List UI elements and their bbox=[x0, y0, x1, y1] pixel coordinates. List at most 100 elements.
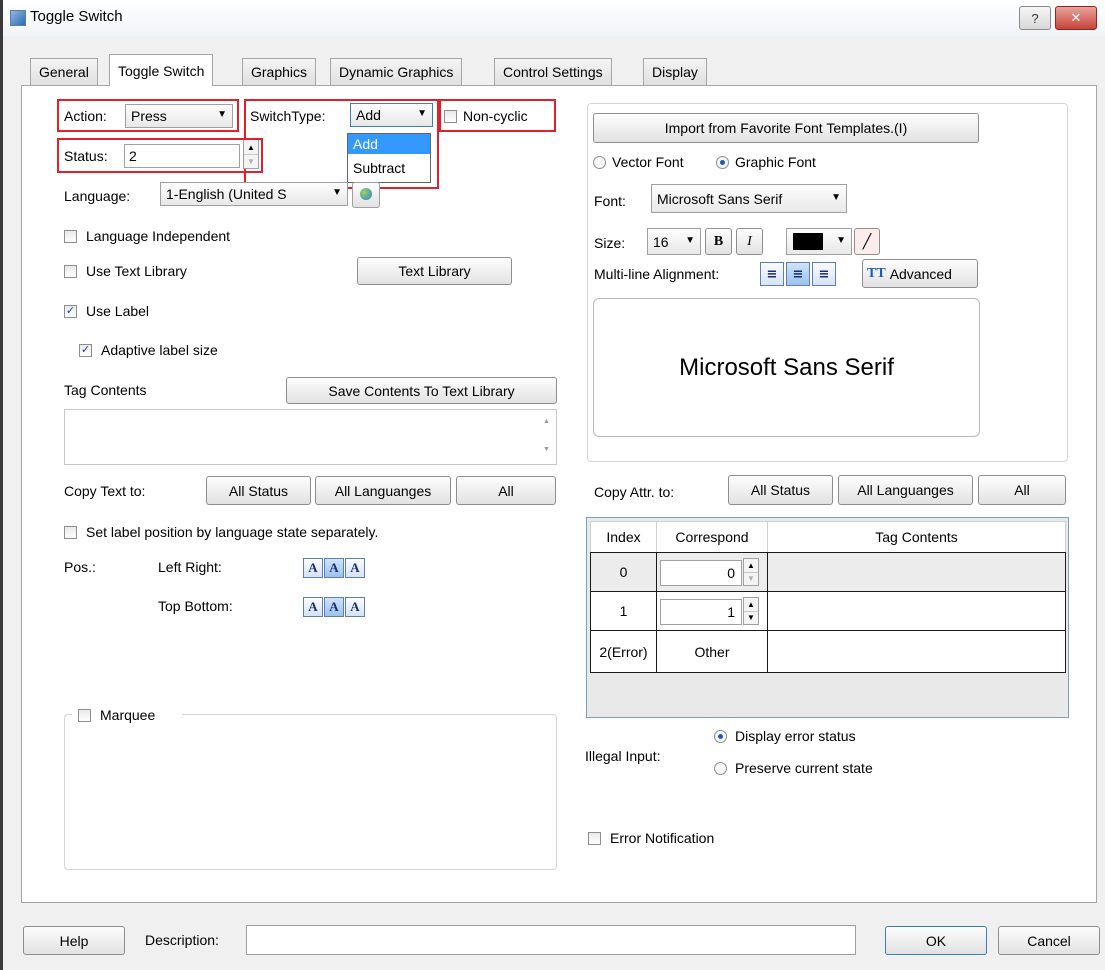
align-left-icon[interactable]: A bbox=[303, 558, 323, 578]
text-align-right-icon[interactable]: ≡ bbox=[812, 262, 836, 286]
switchtype-value: Add bbox=[356, 107, 381, 123]
left-right-label: Left Right: bbox=[158, 559, 222, 575]
table-row-tag[interactable] bbox=[767, 552, 1066, 592]
table-row-tag[interactable] bbox=[767, 591, 1066, 631]
correspond-spinner[interactable]: ▲ ▼ bbox=[743, 558, 759, 586]
align-top-icon[interactable]: A bbox=[303, 597, 323, 617]
align-middle-v-icon[interactable]: A bbox=[324, 597, 344, 617]
dropdown-option-add[interactable]: Add bbox=[348, 134, 430, 154]
top-bottom-label: Top Bottom: bbox=[158, 598, 233, 614]
text-library-button[interactable]: Text Library bbox=[357, 257, 512, 285]
display-error-label: Display error status bbox=[735, 728, 856, 744]
tab-toggle-switch[interactable]: Toggle Switch bbox=[109, 54, 214, 86]
pos-label: Pos.: bbox=[64, 559, 96, 575]
action-select[interactable]: Press ▼ bbox=[125, 104, 233, 128]
copy-text-all-button[interactable]: All bbox=[456, 476, 556, 505]
correspond-input[interactable]: 0 bbox=[660, 560, 742, 586]
status-label: Status: bbox=[64, 148, 108, 164]
graphic-font-radio[interactable] bbox=[716, 156, 729, 169]
globe-button[interactable] bbox=[352, 182, 380, 208]
spin-up-icon[interactable]: ▲ bbox=[744, 598, 758, 612]
spin-down-icon[interactable]: ▼ bbox=[244, 154, 258, 168]
status-input[interactable]: 2 bbox=[124, 144, 240, 168]
chevron-down-icon: ▼ bbox=[831, 192, 841, 203]
spin-up-icon[interactable]: ▲ bbox=[244, 140, 258, 155]
tag-contents-label: Tag Contents bbox=[64, 382, 147, 398]
save-contents-button[interactable]: Save Contents To Text Library bbox=[286, 377, 557, 404]
spin-up-icon[interactable]: ▲ bbox=[744, 559, 758, 573]
graphic-font-label: Graphic Font bbox=[735, 154, 816, 170]
bold-button[interactable]: B bbox=[705, 228, 732, 255]
table-row-correspond: Other bbox=[656, 630, 768, 673]
table-row-tag[interactable] bbox=[767, 630, 1066, 673]
marquee-checkbox[interactable] bbox=[78, 709, 91, 722]
language-label: Language: bbox=[64, 188, 131, 204]
font-color-select[interactable]: ▼ bbox=[786, 228, 852, 255]
switchtype-select[interactable]: Add ▼ bbox=[350, 103, 433, 127]
copy-attr-all-languages-button[interactable]: All Languanges bbox=[838, 475, 973, 505]
textarea-scrollbar[interactable]: ▲ ▼ bbox=[538, 410, 556, 464]
display-error-radio[interactable] bbox=[714, 730, 727, 743]
window-title: Toggle Switch bbox=[30, 8, 123, 25]
copy-text-all-languages-button[interactable]: All Languanges bbox=[315, 476, 451, 505]
correspond-spinner[interactable]: ▲ ▼ bbox=[743, 597, 759, 625]
text-align-center-icon[interactable]: ≡ bbox=[786, 262, 810, 286]
help-button[interactable]: Help bbox=[23, 926, 125, 955]
scroll-up-icon[interactable]: ▲ bbox=[543, 418, 550, 425]
adaptive-label-label: Adaptive label size bbox=[101, 342, 218, 358]
tab-graphics[interactable]: Graphics bbox=[242, 58, 317, 85]
align-center-h-icon[interactable]: A bbox=[324, 558, 344, 578]
set-label-position-checkbox[interactable] bbox=[64, 526, 77, 539]
dropdown-option-subtract[interactable]: Subtract bbox=[348, 158, 430, 178]
language-select[interactable]: 1-English (United S ▼ bbox=[160, 182, 348, 206]
tab-dynamic-graphics[interactable]: Dynamic Graphics bbox=[330, 58, 463, 85]
use-text-library-label: Use Text Library bbox=[86, 263, 187, 279]
scroll-down-icon[interactable]: ▼ bbox=[543, 446, 550, 453]
use-label-checkbox[interactable]: ✓ bbox=[64, 305, 77, 318]
marquee-label: Marquee bbox=[100, 707, 156, 723]
use-text-library-checkbox[interactable] bbox=[64, 265, 77, 278]
copy-text-label: Copy Text to: bbox=[64, 483, 146, 499]
tab-control-settings[interactable]: Control Settings bbox=[494, 58, 612, 85]
globe-icon bbox=[360, 188, 372, 200]
size-select[interactable]: 16 ▼ bbox=[647, 228, 701, 255]
table-row-correspond[interactable]: 0 ▲ ▼ bbox=[656, 552, 768, 592]
chevron-down-icon: ▼ bbox=[217, 109, 227, 120]
error-notification-checkbox[interactable] bbox=[588, 832, 601, 845]
noncyclic-checkbox[interactable] bbox=[444, 110, 457, 123]
tag-contents-textarea[interactable]: ▲ ▼ bbox=[64, 409, 557, 465]
close-button[interactable]: ✕ bbox=[1055, 6, 1097, 30]
font-label: Font: bbox=[594, 193, 626, 209]
preserve-state-radio[interactable] bbox=[714, 762, 727, 775]
vector-font-radio[interactable] bbox=[593, 156, 606, 169]
copy-attr-all-status-button[interactable]: All Status bbox=[728, 475, 833, 505]
correspond-input[interactable]: 1 bbox=[660, 599, 742, 625]
adaptive-label-checkbox[interactable]: ✓ bbox=[79, 344, 92, 357]
cancel-button[interactable]: Cancel bbox=[998, 926, 1100, 955]
spin-down-icon[interactable]: ▼ bbox=[744, 611, 758, 624]
eyedropper-icon[interactable]: ╱ bbox=[854, 228, 880, 255]
copy-attr-all-button[interactable]: All bbox=[978, 475, 1066, 505]
copy-text-all-status-button[interactable]: All Status bbox=[206, 476, 311, 505]
size-label: Size: bbox=[594, 235, 626, 251]
font-select[interactable]: Microsoft Sans Serif ▼ bbox=[651, 184, 847, 213]
table-row-correspond[interactable]: 1 ▲ ▼ bbox=[656, 591, 768, 631]
error-notification-label: Error Notification bbox=[610, 830, 715, 846]
help-title-button[interactable]: ? bbox=[1019, 6, 1051, 30]
copy-attr-label: Copy Attr. to: bbox=[594, 484, 675, 500]
import-font-templates-button[interactable]: Import from Favorite Font Templates.(I) bbox=[593, 113, 979, 143]
table-row-index: 1 bbox=[590, 591, 657, 631]
tab-general[interactable]: General bbox=[30, 58, 98, 85]
status-spinner[interactable]: ▲ ▼ bbox=[243, 139, 259, 169]
italic-button[interactable]: I bbox=[736, 228, 763, 255]
align-bottom-icon[interactable]: A bbox=[345, 597, 365, 617]
text-align-left-icon[interactable]: ≡ bbox=[760, 262, 784, 286]
language-independent-checkbox[interactable] bbox=[64, 230, 77, 243]
description-input[interactable] bbox=[246, 925, 856, 955]
action-label: Action: bbox=[64, 108, 107, 124]
ok-button[interactable]: OK bbox=[885, 926, 987, 955]
align-right-icon[interactable]: A bbox=[345, 558, 365, 578]
advanced-button[interactable]: TT Advanced bbox=[862, 259, 978, 288]
tab-display[interactable]: Display bbox=[643, 58, 707, 85]
spin-down-icon[interactable]: ▼ bbox=[744, 572, 758, 585]
